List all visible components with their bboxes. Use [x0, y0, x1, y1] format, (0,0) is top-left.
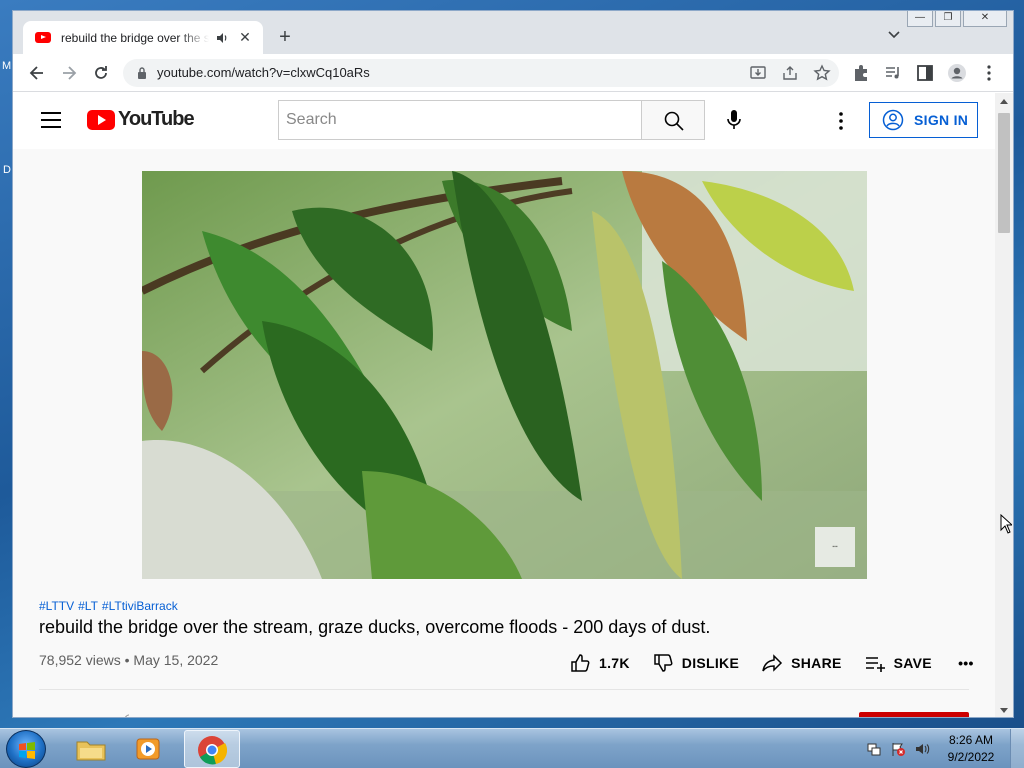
subscribe-button[interactable] — [859, 712, 969, 717]
meta-separator: • — [124, 652, 130, 668]
media-control-icon[interactable] — [883, 63, 903, 83]
address-bar[interactable]: youtube.com/watch?v=clxwCq10aRs — [123, 59, 839, 87]
dislike-label: DISLIKE — [681, 655, 740, 671]
tab-youtube[interactable]: rebuild the bridge over the stream, graz… — [23, 21, 263, 54]
save-button[interactable]: SAVE — [864, 652, 932, 674]
page-scrollbar[interactable] — [995, 93, 1013, 717]
folder-icon — [76, 741, 106, 761]
search-input[interactable] — [279, 101, 642, 139]
account-circle-icon — [882, 109, 904, 131]
sign-in-button[interactable]: SIGN IN — [869, 102, 978, 138]
window-close-button[interactable]: ✕ — [963, 11, 1007, 27]
minimize-button[interactable]: — — [907, 11, 933, 27]
search-button[interactable] — [641, 100, 705, 140]
like-count: 1.7K — [599, 655, 630, 671]
chrome-menu-icon[interactable] — [979, 63, 999, 83]
tab-title: rebuild the bridge over the stream, graz… — [61, 30, 209, 45]
clock-time: 8:26 AM — [948, 733, 994, 747]
like-button[interactable]: 1.7K — [569, 652, 630, 674]
youtube-play-logo-icon — [87, 109, 115, 130]
restore-button[interactable]: ❐ — [935, 11, 961, 27]
tab-search-chevron-icon[interactable] — [887, 30, 901, 40]
forward-arrow-icon[interactable] — [59, 63, 79, 83]
channel-watermark[interactable]: ▪▪▪ — [815, 527, 855, 567]
tab-strip: rebuild the bridge over the stream, graz… — [13, 11, 1013, 54]
save-label: SAVE — [893, 655, 932, 671]
youtube-favicon-icon — [35, 32, 51, 43]
new-tab-button[interactable]: + — [275, 27, 295, 47]
share-arrow-icon — [762, 654, 783, 672]
youtube-logo-text: YouTube — [118, 108, 195, 130]
channel-info-peek — [125, 714, 130, 717]
taskbar-explorer[interactable] — [64, 730, 120, 768]
video-meta: 78,952 views • May 15, 2022 — [39, 652, 218, 668]
more-actions-button[interactable]: ••• — [954, 655, 978, 671]
hashtag-link[interactable]: #LTTV — [39, 599, 74, 613]
search-box — [278, 100, 642, 140]
hashtag-link[interactable]: #LTtiviBarrack — [102, 599, 178, 613]
sign-in-label: SIGN IN — [914, 112, 969, 128]
video-title: rebuild the bridge over the stream, graz… — [39, 617, 711, 637]
lock-icon[interactable] — [137, 66, 147, 80]
settings-more-icon[interactable] — [829, 109, 853, 133]
thumbs-down-icon — [654, 654, 673, 672]
chrome-window: rebuild the bridge over the stream, graz… — [12, 10, 1014, 718]
url-text[interactable]: youtube.com/watch?v=clxwCq10aRs — [157, 65, 370, 80]
start-button[interactable] — [6, 730, 46, 768]
taskbar-chrome[interactable] — [184, 730, 240, 768]
microphone-icon — [727, 110, 741, 129]
network-icon[interactable] — [866, 741, 882, 757]
install-app-icon[interactable] — [749, 64, 767, 82]
media-player-icon — [136, 738, 160, 760]
system-tray: 8:26 AM 9/2/2022 — [866, 729, 1024, 768]
show-desktop-button[interactable] — [1010, 729, 1024, 768]
video-frame-leaves — [142, 171, 867, 579]
voice-search-button[interactable] — [715, 101, 753, 139]
taskbar-media-player[interactable] — [122, 730, 178, 768]
youtube-header: YouTube Search SIGN IN — [13, 93, 995, 149]
thumbs-up-icon — [571, 654, 590, 672]
speaker-icon[interactable] — [215, 31, 229, 45]
section-divider — [39, 689, 969, 690]
window-controls: — ❐ ✕ — [907, 11, 1007, 27]
profile-avatar-icon[interactable] — [947, 63, 967, 83]
publish-date: May 15, 2022 — [133, 652, 219, 668]
tab-close-icon[interactable]: ✕ — [237, 29, 253, 46]
action-center-flag-icon[interactable] — [890, 741, 906, 757]
hashtag-link[interactable]: #LT — [78, 599, 98, 613]
guide-menu-icon[interactable] — [41, 112, 61, 128]
reload-icon[interactable] — [91, 63, 111, 83]
chrome-logo-icon — [198, 736, 227, 765]
browser-toolbar: youtube.com/watch?v=clxwCq10aRs — [13, 54, 1013, 92]
scrollbar-thumb[interactable] — [998, 113, 1010, 233]
share-label: SHARE — [791, 655, 842, 671]
mouse-cursor-icon — [1000, 514, 1012, 534]
windows-taskbar: 8:26 AM 9/2/2022 — [0, 728, 1024, 768]
youtube-logo[interactable]: YouTube — [87, 108, 195, 131]
share-button[interactable]: SHARE — [761, 652, 842, 674]
share-page-icon[interactable] — [781, 64, 799, 82]
back-arrow-icon[interactable] — [27, 63, 47, 83]
scroll-down-arrow-icon[interactable] — [1000, 708, 1008, 713]
clock-date: 9/2/2022 — [947, 750, 995, 764]
scroll-up-arrow-icon[interactable] — [1000, 99, 1008, 104]
side-panel-icon[interactable] — [915, 63, 935, 83]
desktop-icon-label-fragment[interactable]: D — [3, 164, 11, 176]
youtube-watch-page: YouTube Search SIGN IN ▪▪▪ #LTTV #LT #LT… — [13, 93, 995, 717]
bookmark-star-icon[interactable] — [813, 64, 831, 82]
video-player[interactable]: ▪▪▪ — [142, 171, 867, 579]
video-hashtags: #LTTV #LT #LTtiviBarrack — [39, 599, 182, 613]
desktop-icon-label-fragment[interactable]: M — [2, 60, 11, 72]
extensions-puzzle-icon[interactable] — [851, 63, 871, 83]
system-clock[interactable]: 8:26 AM 9/2/2022 — [938, 732, 1004, 766]
windows-logo-icon — [19, 742, 35, 759]
dislike-button[interactable]: DISLIKE — [652, 652, 739, 674]
view-count: 78,952 views — [39, 652, 121, 668]
volume-icon[interactable] — [914, 741, 930, 757]
video-actions: 1.7K DISLIKE SHARE SAVE ••• — [569, 651, 978, 675]
playlist-add-icon — [865, 657, 885, 672]
search-icon — [664, 111, 684, 131]
